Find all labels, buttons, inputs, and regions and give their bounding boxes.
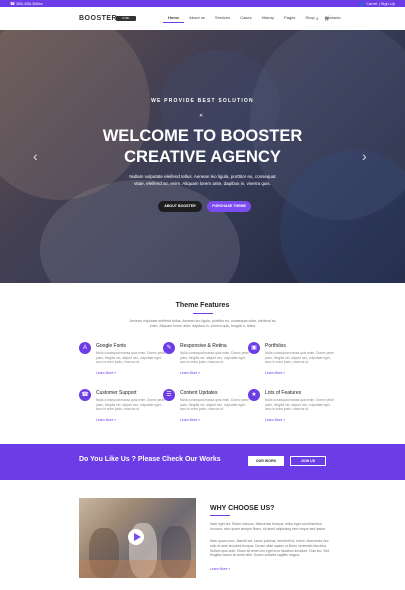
- hero-kicker: WE PROVIDE BEST SOLUTION: [151, 98, 254, 104]
- cta-text: Do You Like Us ? Please Check Our Works: [79, 456, 221, 463]
- feature-desc: Nulla consequat massa quis enim. Donec p…: [265, 351, 334, 365]
- site-header: BOOSTER HTML TEMPLATE Home About us Serv…: [0, 7, 405, 31]
- nav-services[interactable]: Services: [210, 14, 235, 23]
- phone-icon: ☎: [79, 389, 91, 401]
- features-description: Aenean vulputate eleifend tellus. Aenean…: [129, 319, 277, 328]
- our-work-button[interactable]: OUR WORK: [248, 456, 284, 466]
- why-paragraph-1: Nam eget dui. Etiam rhoncus. Maecenas te…: [210, 522, 327, 531]
- star-icon: ★: [248, 389, 260, 401]
- feature-desc: Nulla consequat massa quis enim. Donec p…: [265, 398, 334, 412]
- cart-icon[interactable]: 🛒︎: [324, 16, 330, 22]
- why-learn-more-link[interactable]: Learn More »: [210, 567, 230, 571]
- purchase-button[interactable]: PURCHASE THEME: [207, 201, 251, 212]
- feature-desc: Nulla consequat massa quis enim. Donec p…: [96, 351, 165, 365]
- hero-description: Nullam vulputate eleifend tellus. Aenean…: [129, 174, 276, 186]
- feature-desc: Nulla consequat massa quis enim. Donec p…: [180, 398, 249, 412]
- list-icon: ☰: [163, 389, 175, 401]
- nav-pages[interactable]: Pages: [279, 14, 300, 23]
- feature-title: Portfolios: [265, 343, 286, 349]
- why-paragraph-2: Nam quam nunc, blandit vel, luctus pulvi…: [210, 539, 330, 558]
- hero-title-line2: CREATIVE AGENCY: [124, 148, 281, 166]
- learn-more-link[interactable]: Learn More »: [180, 418, 200, 422]
- play-icon[interactable]: [134, 533, 141, 541]
- top-bar: ☎ 365-455-365xx 👤 Carrer | Sign Up: [0, 0, 405, 7]
- portfolio-icon: ▣: [248, 342, 260, 354]
- why-title: WHY CHOOSE US?: [210, 505, 275, 512]
- hero-title: WELCOME TO BOOSTER CREATIVE AGENCY: [0, 126, 405, 168]
- learn-more-link[interactable]: Learn More »: [265, 371, 285, 375]
- feature-lots: ★ Lots of Features Nulla consequat massa…: [248, 389, 358, 439]
- hero-title-line1: WELCOME TO BOOSTER: [102, 127, 303, 145]
- feature-portfolios: ▣ Portfolios Nulla consequat massa quis …: [248, 342, 358, 392]
- nav-home[interactable]: Home: [163, 14, 185, 23]
- why-title-underline: [210, 515, 230, 516]
- feature-title: Responsive & Retina: [180, 343, 227, 349]
- features-title: Theme Features: [175, 302, 230, 309]
- font-icon: A: [79, 342, 91, 354]
- nav-cases[interactable]: Cases: [235, 14, 256, 23]
- learn-more-link[interactable]: Learn More »: [96, 418, 116, 422]
- features-title-underline: [193, 313, 213, 314]
- nav-about[interactable]: About us: [184, 14, 210, 23]
- feature-title: Customer Support: [96, 390, 137, 396]
- top-phone: ☎ 365-455-365xx: [10, 1, 43, 6]
- feature-title: Lots of Features: [265, 390, 302, 396]
- nav-history[interactable]: History: [257, 14, 279, 23]
- feature-title: Google Fonts: [96, 343, 127, 349]
- learn-more-link[interactable]: Learn More »: [96, 371, 116, 375]
- join-us-button[interactable]: JOIN US: [290, 456, 326, 466]
- logo-badge: HTML TEMPLATE: [116, 16, 136, 25]
- about-button[interactable]: ABOUT BOOSTER: [158, 201, 202, 212]
- hero-divider-icon: ✕: [199, 113, 204, 119]
- search-icon[interactable]: ⌕: [316, 16, 319, 22]
- feature-desc: Nulla consequat massa quis enim. Donec p…: [96, 398, 165, 412]
- site-logo[interactable]: BOOSTER: [79, 15, 117, 22]
- learn-more-link[interactable]: Learn More »: [180, 371, 200, 375]
- pencil-icon: ✎: [163, 342, 175, 354]
- learn-more-link[interactable]: Learn More »: [265, 418, 285, 422]
- feature-desc: Nulla consequat massa quis enim. Donec p…: [180, 351, 249, 365]
- feature-title: Content Updates: [180, 390, 218, 396]
- top-account-links[interactable]: 👤 Carrer | Sign Up: [360, 0, 395, 7]
